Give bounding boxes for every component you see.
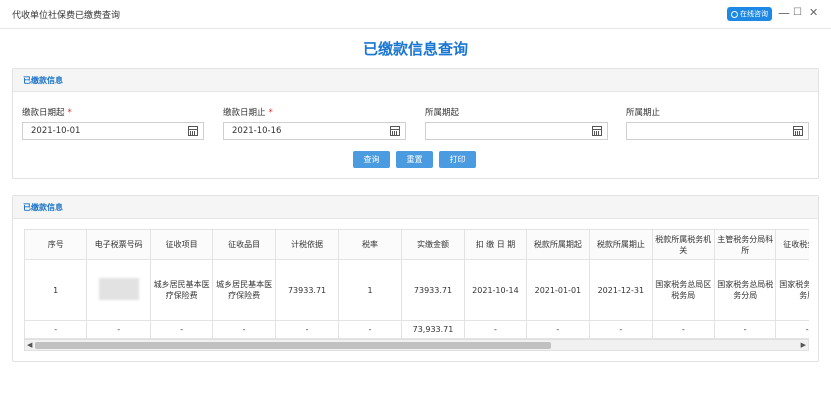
end-date-input[interactable]: 2021-10-16 xyxy=(223,122,406,140)
result-table: 序号 电子税票号码 征收项目 征收品目 计税依据 税率 实缴金额 扣 缴 日 期… xyxy=(24,229,809,339)
column-header: 扣 缴 日 期 xyxy=(464,229,527,260)
table-header-row: 序号 电子税票号码 征收项目 征收品目 计税依据 税率 实缴金额 扣 缴 日 期… xyxy=(24,229,809,260)
print-button[interactable]: 打印 xyxy=(439,151,476,168)
total-cell: - xyxy=(589,320,653,339)
total-amount: 73,933.71 xyxy=(400,320,466,339)
online-consult-label: 在线咨询 xyxy=(740,10,768,18)
calendar-icon[interactable] xyxy=(390,126,400,136)
column-header: 税款所属期起 xyxy=(525,229,591,260)
cell-collect-office: 国家税务总局业务股 xyxy=(775,259,809,321)
search-panel-title: 已缴款信息 xyxy=(23,76,63,85)
query-button[interactable]: 查询 xyxy=(353,151,390,168)
column-header: 税率 xyxy=(338,229,402,260)
start-date-value: 2021-10-01 xyxy=(31,126,81,136)
column-header: 计税依据 xyxy=(274,229,340,260)
column-header: 序号 xyxy=(24,229,88,260)
page-title: 已缴款信息查询 xyxy=(362,40,468,58)
headset-icon xyxy=(731,10,738,18)
scrollbar-thumb[interactable] xyxy=(35,342,551,349)
reset-button[interactable]: 重置 xyxy=(396,151,433,168)
result-panel-header: 已缴款信息 xyxy=(13,196,818,219)
total-cell: - xyxy=(212,320,276,339)
calendar-icon[interactable] xyxy=(793,126,803,136)
calendar-icon[interactable] xyxy=(188,126,198,136)
period-end-input[interactable] xyxy=(626,122,809,140)
total-cell: - xyxy=(149,320,214,339)
total-cell: - xyxy=(86,320,151,339)
start-date-input[interactable]: 2021-10-01 xyxy=(22,122,204,140)
column-header: 税款所属期止 xyxy=(589,229,653,260)
cell-period-start: 2021-01-01 xyxy=(525,259,591,321)
restore-icon[interactable]: ☐ xyxy=(793,5,802,21)
column-header: 征收品目 xyxy=(212,229,276,260)
total-cell: - xyxy=(338,320,402,339)
period-start-input[interactable] xyxy=(425,122,608,140)
cell-basis: 73933.71 xyxy=(274,259,340,321)
field-label-period-start: 所属期起 xyxy=(425,108,460,118)
total-cell: - xyxy=(24,320,88,339)
total-cell: - xyxy=(525,320,591,339)
minimize-icon[interactable]: — xyxy=(778,5,790,21)
column-header: 实缴金额 xyxy=(400,229,466,260)
scroll-left-icon[interactable]: ◀ xyxy=(27,341,32,349)
cell-rate: 1 xyxy=(338,259,402,321)
total-cell: - xyxy=(775,320,809,339)
field-label-start-date: 缴款日期起 * xyxy=(22,108,72,118)
result-table-viewport: 序号 电子税票号码 征收项目 征收品目 计税依据 税率 实缴金额 扣 缴 日 期… xyxy=(24,229,809,339)
end-date-value: 2021-10-16 xyxy=(232,126,282,136)
cell-amount: 73933.71 xyxy=(400,259,466,321)
online-consult-button[interactable]: 在线咨询 xyxy=(727,7,772,21)
total-cell: - xyxy=(714,320,777,339)
cell-tax-office: 国家税务总局区税务局 xyxy=(651,259,716,321)
cell-item: 城乡居民基本医疗保险费 xyxy=(149,259,214,321)
total-cell: - xyxy=(274,320,340,339)
cell-deduct-date: 2021-10-14 xyxy=(464,259,527,321)
table-row[interactable]: 1 城乡居民基本医疗保险费 城乡居民基本医疗保险费 73933.71 1 739… xyxy=(24,259,809,321)
field-label-period-end: 所属期止 xyxy=(626,108,661,118)
cell-branch: 国家税务总局税务分局 xyxy=(714,259,777,321)
column-header: 征收项目 xyxy=(149,229,214,260)
horizontal-scrollbar[interactable]: ◀ ▶ xyxy=(24,339,809,351)
scroll-right-icon[interactable]: ▶ xyxy=(801,341,806,349)
cell-period-end: 2021-12-31 xyxy=(589,259,653,321)
search-panel-header: 已缴款信息 xyxy=(13,69,818,92)
result-panel-title: 已缴款信息 xyxy=(23,203,63,212)
cell-no: 1 xyxy=(24,259,88,321)
cell-sub-item: 城乡居民基本医疗保险费 xyxy=(212,259,276,321)
field-label-end-date: 缴款日期止 * xyxy=(223,108,273,118)
redacted-block xyxy=(98,277,139,300)
column-header: 主管税务分局科所 xyxy=(714,229,777,260)
calendar-icon[interactable] xyxy=(592,126,602,136)
total-cell: - xyxy=(464,320,527,339)
close-icon[interactable]: ✕ xyxy=(809,5,818,21)
total-cell: - xyxy=(651,320,716,339)
column-header: 征收税务机关 xyxy=(775,229,809,260)
header-divider xyxy=(0,28,831,29)
window-title: 代收单位社保费已缴费查询 xyxy=(12,11,121,21)
column-header: 税款所属税务机关 xyxy=(651,229,716,260)
cell-ticket xyxy=(86,259,151,321)
table-total-row: - - - - - - 73,933.71 - - - - - - xyxy=(24,320,809,339)
column-header: 电子税票号码 xyxy=(86,229,151,260)
